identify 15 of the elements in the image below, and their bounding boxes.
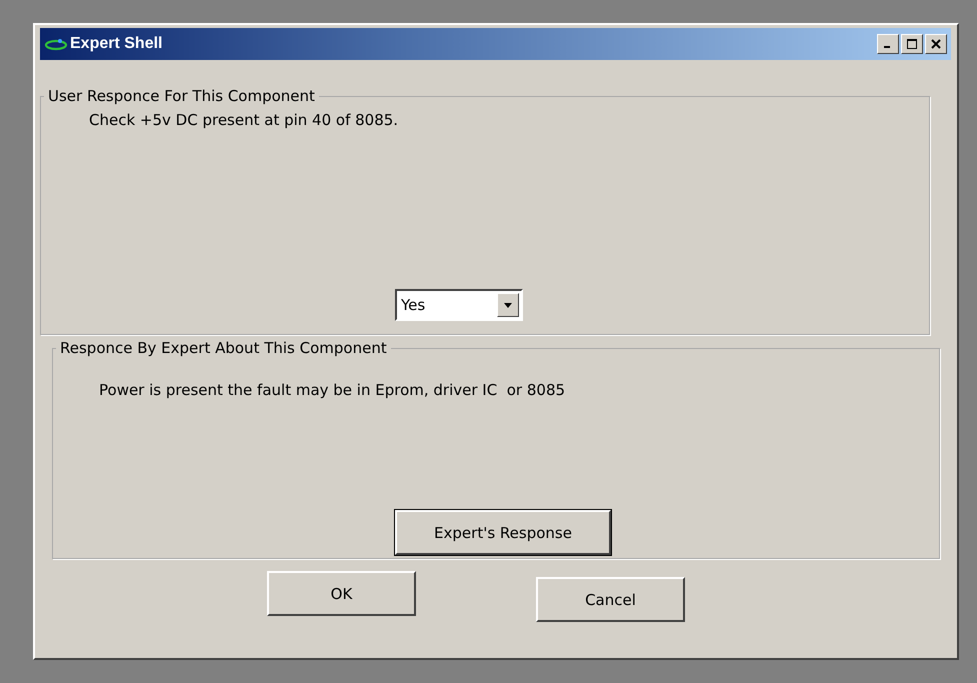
close-icon[interactable] [931, 39, 941, 49]
ok-button[interactable]: OK [267, 571, 416, 616]
ring-icon [44, 37, 68, 51]
window-title: Expert Shell [70, 35, 162, 53]
maximize-icon[interactable] [907, 39, 917, 49]
question-text: Check +5v DC present at pin 40 of 8085. [89, 111, 400, 129]
response-text: Power is present the fault may be in Eprom, driver IC or 8085 [99, 381, 566, 399]
group-legend: User Responce For This Component [44, 87, 319, 105]
expert-response-button[interactable]: Expert's Response [395, 510, 611, 555]
answer-dropdown[interactable]: Yes [395, 289, 523, 321]
minimize-button[interactable] [877, 34, 899, 54]
maximize-button[interactable] [901, 34, 923, 54]
cancel-button[interactable]: Cancel [536, 577, 685, 622]
group-legend: Responce By Expert About This Component [56, 339, 391, 357]
close-button[interactable] [925, 34, 947, 54]
